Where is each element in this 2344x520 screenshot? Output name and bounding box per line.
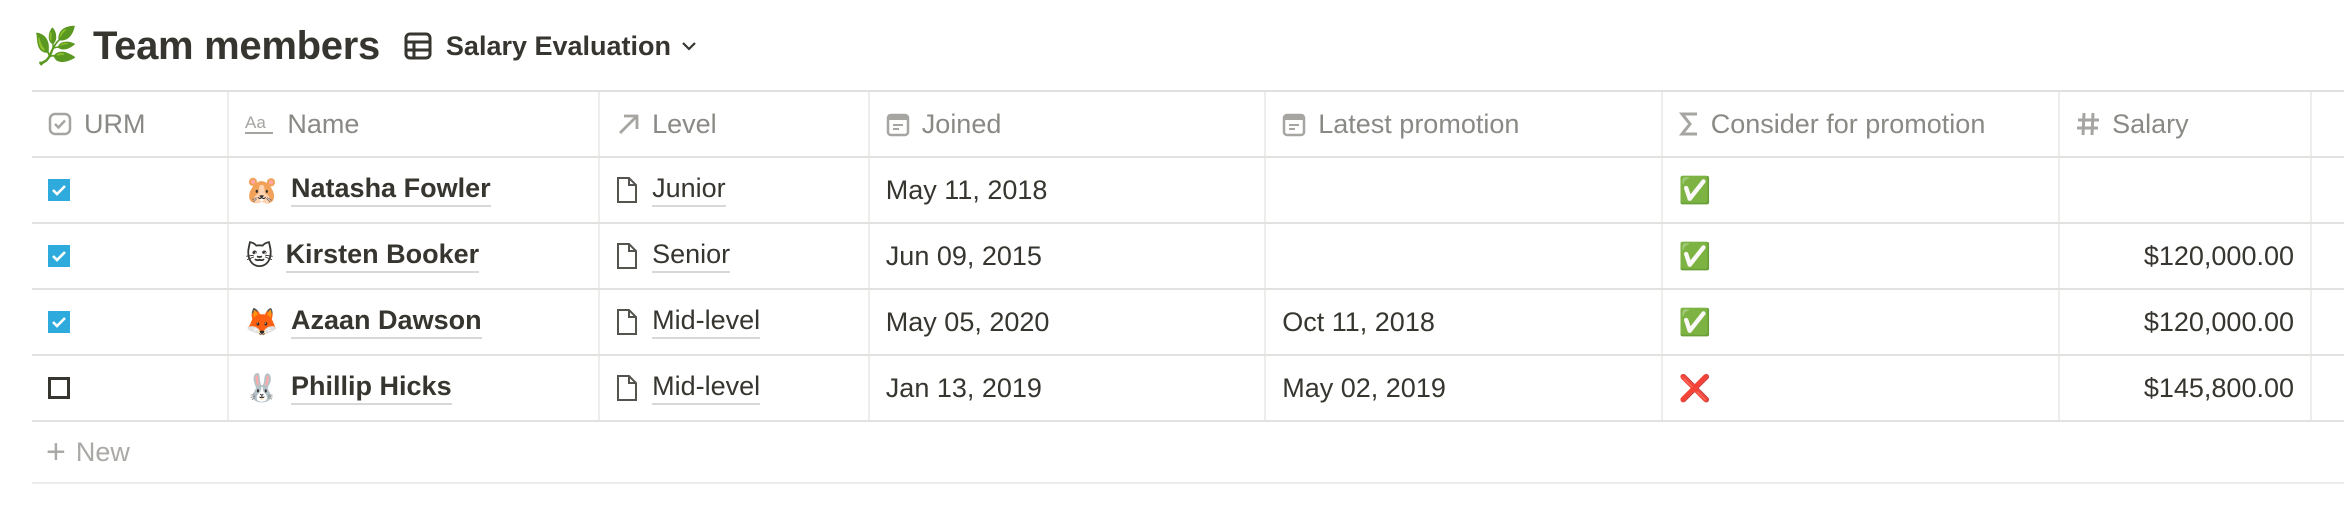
urm-checkbox[interactable]	[48, 377, 70, 399]
overflow-cell	[2312, 158, 2344, 222]
column-label: Latest promotion	[1318, 108, 1520, 139]
calendar-icon	[886, 111, 910, 137]
member-name-link[interactable]: Azaan Dawson	[291, 305, 482, 339]
column-header-latest-promotion[interactable]: Latest promotion	[1266, 92, 1663, 156]
consider-for-promotion-cell[interactable]: ✅	[1663, 290, 2061, 354]
urm-checkbox[interactable]	[48, 179, 70, 201]
urm-checkbox[interactable]	[48, 311, 70, 333]
level-relation-link[interactable]: Junior	[652, 173, 726, 207]
joined-cell[interactable]: May 05, 2020	[870, 290, 1267, 354]
level-cell[interactable]: Junior	[600, 158, 870, 222]
joined-cell[interactable]: May 11, 2018	[870, 158, 1267, 222]
column-header-salary[interactable]: Salary	[2060, 92, 2312, 156]
overflow-cell	[2312, 224, 2344, 288]
promotion-status-icon: ✅	[1678, 307, 1712, 337]
column-header-level[interactable]: Level	[600, 92, 870, 156]
salary-cell[interactable]	[2060, 158, 2312, 222]
sigma-formula-icon	[1678, 111, 1699, 137]
overflow-cell	[2312, 356, 2344, 420]
level-relation-link[interactable]: Mid-level	[652, 371, 761, 405]
page-icon	[617, 375, 638, 401]
text-title-icon: Aa	[245, 112, 275, 136]
column-header-urm[interactable]: URM	[32, 92, 230, 156]
consider-for-promotion-cell[interactable]: ✅	[1663, 224, 2061, 288]
relation-arrow-icon	[616, 112, 640, 136]
consider-for-promotion-cell[interactable]: ✅	[1663, 158, 2061, 222]
add-new-row-button[interactable]: + New	[32, 422, 2344, 484]
herb-icon[interactable]: 🌿	[33, 28, 79, 64]
checkmark-icon	[52, 185, 66, 196]
member-name-link[interactable]: Natasha Fowler	[291, 173, 491, 207]
latest-promotion-cell[interactable]	[1266, 158, 1663, 222]
column-label: Salary	[2112, 108, 2189, 139]
column-overflow	[2312, 92, 2344, 156]
member-name-link[interactable]: Kirsten Booker	[285, 239, 480, 273]
table-row: 🐹 Natasha Fowler Junior May 11, 2018 ✅	[32, 158, 2344, 224]
overflow-cell	[2312, 290, 2344, 354]
level-cell[interactable]: Mid-level	[600, 290, 870, 354]
plus-icon: +	[46, 433, 66, 471]
svg-text:Aa: Aa	[245, 113, 266, 132]
latest-promotion-cell[interactable]: May 02, 2019	[1266, 356, 1663, 420]
new-row-label: New	[75, 436, 130, 467]
column-header-joined[interactable]: Joined	[870, 92, 1267, 156]
name-cell[interactable]: 🐹 Natasha Fowler	[229, 158, 601, 222]
level-cell[interactable]: Senior	[600, 224, 870, 288]
database-table: URM Aa Name Level Joined Latest promotio…	[32, 90, 2344, 484]
member-name-link[interactable]: Phillip Hicks	[291, 371, 452, 405]
avatar-emoji-icon: 🦊	[245, 306, 280, 337]
name-cell[interactable]: 🐱 Kirsten Booker	[229, 224, 601, 288]
latest-promotion-cell[interactable]: Oct 11, 2018	[1266, 290, 1663, 354]
urm-checkbox[interactable]	[48, 245, 70, 267]
promotion-status-icon: ✅	[1678, 175, 1712, 205]
checkbox-property-icon	[48, 112, 72, 136]
page-icon	[617, 309, 638, 335]
urm-cell[interactable]	[32, 356, 230, 420]
name-cell[interactable]: 🐰 Phillip Hicks	[229, 356, 601, 420]
column-label: Name	[287, 108, 360, 139]
salary-cell[interactable]: $120,000.00	[2060, 290, 2312, 354]
checkmark-icon	[52, 251, 66, 262]
page-title[interactable]: Team members	[93, 24, 380, 69]
level-cell[interactable]: Mid-level	[600, 356, 870, 420]
promotion-status-icon: ✅	[1678, 241, 1712, 271]
promotion-status-icon: ❌	[1678, 373, 1712, 403]
avatar-emoji-icon: 🐰	[245, 372, 280, 403]
view-switcher-button[interactable]: Salary Evaluation	[404, 31, 711, 62]
latest-promotion-cell[interactable]	[1266, 224, 1663, 288]
level-relation-link[interactable]: Senior	[652, 239, 731, 273]
joined-cell[interactable]: Jan 13, 2019	[870, 356, 1267, 420]
avatar-emoji-icon: 🐹	[245, 174, 280, 205]
number-hash-icon	[2076, 111, 2100, 137]
column-label: Level	[652, 108, 717, 139]
consider-for-promotion-cell[interactable]: ❌	[1663, 356, 2061, 420]
urm-cell[interactable]	[32, 224, 230, 288]
urm-cell[interactable]	[32, 158, 230, 222]
urm-cell[interactable]	[32, 290, 230, 354]
column-header-consider-for-promotion[interactable]: Consider for promotion	[1663, 92, 2061, 156]
page-header: 🌿 Team members Salary Evaluation	[33, 14, 711, 78]
page-icon	[617, 243, 638, 269]
table-row: 🐱 Kirsten Booker Senior Jun 09, 2015 ✅ $…	[32, 224, 2344, 290]
table-header-row: URM Aa Name Level Joined Latest promotio…	[32, 92, 2344, 158]
column-label: Consider for promotion	[1710, 108, 1986, 139]
table-row: 🐰 Phillip Hicks Mid-level Jan 13, 2019 M…	[32, 356, 2344, 422]
joined-cell[interactable]: Jun 09, 2015	[870, 224, 1267, 288]
level-relation-link[interactable]: Mid-level	[652, 305, 761, 339]
table-icon	[404, 32, 432, 60]
column-label: URM	[84, 108, 146, 139]
page-icon	[617, 177, 638, 203]
chevron-down-icon	[682, 42, 696, 51]
column-label: Joined	[921, 108, 1002, 139]
avatar-emoji-icon: 🐱	[245, 240, 274, 271]
salary-cell[interactable]: $120,000.00	[2060, 224, 2312, 288]
column-header-name[interactable]: Aa Name	[229, 92, 601, 156]
calendar-icon	[1282, 111, 1306, 137]
table-row: 🦊 Azaan Dawson Mid-level May 05, 2020 Oc…	[32, 290, 2344, 356]
name-cell[interactable]: 🦊 Azaan Dawson	[229, 290, 601, 354]
view-name: Salary Evaluation	[445, 30, 672, 61]
salary-cell[interactable]: $145,800.00	[2060, 356, 2312, 420]
checkmark-icon	[52, 317, 66, 328]
